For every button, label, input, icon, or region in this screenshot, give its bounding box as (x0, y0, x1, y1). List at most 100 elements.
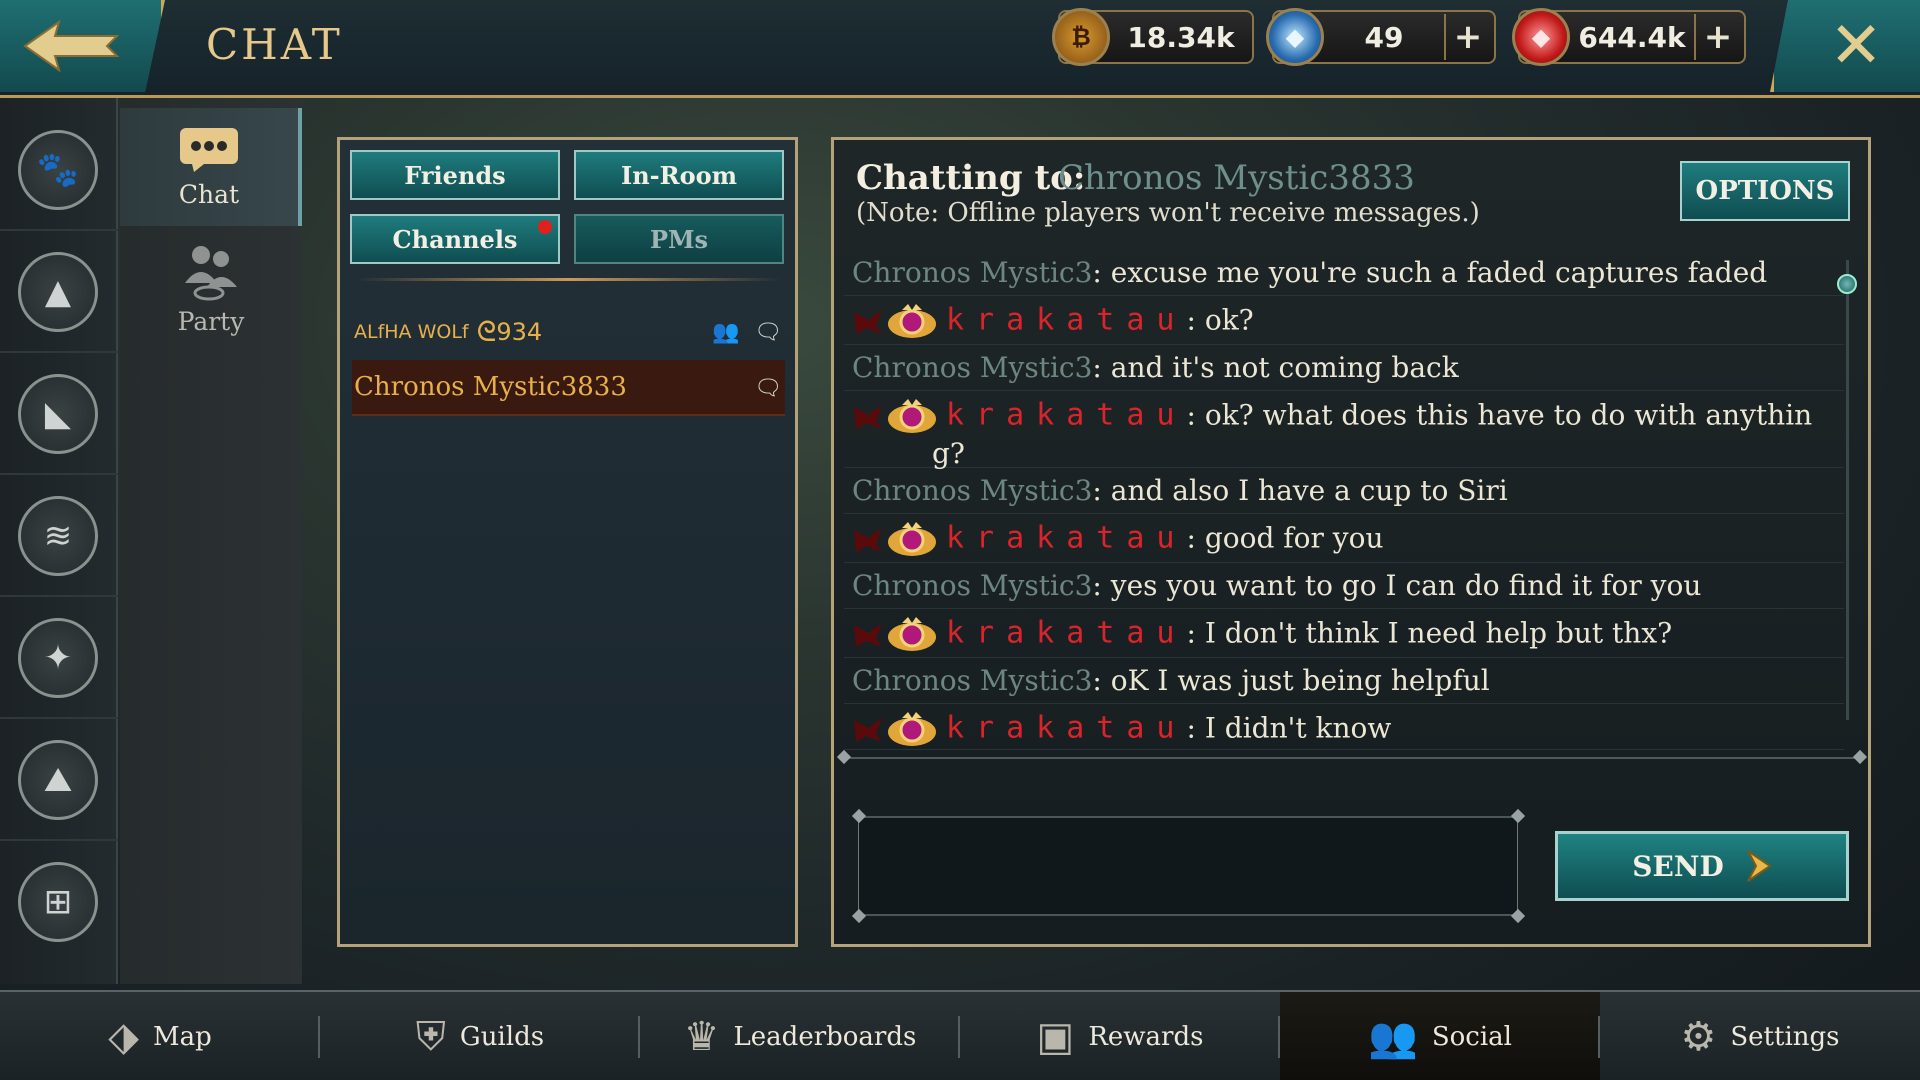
add-red-gem-button[interactable]: + (1694, 14, 1740, 60)
top-bar: CHAT ₿ 18.34k ◆ 49 + ◆ 644.4k + ✕ (0, 0, 1920, 98)
nav-rewards-label: Rewards (1088, 1022, 1204, 1052)
chat-partner-name: Chronos Mystic3833 (1058, 158, 1415, 198)
message-text: : oK I was just being helpful (1092, 664, 1490, 697)
message-text: : ok? what does this have to do with any… (1186, 398, 1813, 432)
list-item[interactable]: ALfHA WOLf ᘓ 934 👥 🗨 (352, 304, 785, 360)
crest-badge-icon (886, 397, 938, 437)
options-button[interactable]: OPTIONS (1680, 161, 1850, 221)
message-icon[interactable]: 🗨 (754, 376, 782, 401)
wolf-head-icon[interactable]: ▲ (18, 252, 98, 332)
tab-in-room[interactable]: In-Room (574, 150, 784, 200)
claw-marks-icon[interactable]: ≋ (18, 496, 98, 576)
message-sender[interactable]: Chronos Mystic3 (852, 664, 1092, 697)
list-item-selected[interactable]: Chronos Mystic3833 🗨 (352, 360, 785, 416)
subnav-chat-label: Chat (178, 179, 240, 209)
nav-rewards[interactable]: ▣ Rewards (960, 992, 1280, 1080)
offline-note: (Note: Offline players won't receive mes… (856, 198, 1480, 228)
chat-bubble-icon (180, 127, 238, 172)
close-button[interactable]: ✕ (1770, 0, 1920, 92)
back-arrow-icon (22, 19, 119, 73)
nav-map[interactable]: ⬗ Map (0, 992, 320, 1080)
red-gem-counter: ◆ 644.4k + (1512, 8, 1746, 66)
crown-icon: ♛ (683, 1014, 720, 1060)
guild-shield-icon: ⛨ (415, 1014, 446, 1060)
map-icon: ⬗ (108, 1014, 139, 1060)
message-text: : good for you (1186, 521, 1384, 555)
message-sender[interactable]: Chronos Mystic3 (852, 256, 1092, 289)
nav-settings-label: Settings (1730, 1022, 1840, 1052)
message-icon[interactable]: 🗨 (754, 320, 782, 345)
chat-message-mine: krakatau: good for you (844, 514, 1844, 563)
nav-guilds-label: Guilds (459, 1022, 545, 1052)
crest-badge-icon (886, 520, 938, 560)
bp-coin-icon: ₿ (1052, 8, 1110, 66)
party-people-icon (185, 245, 237, 300)
nav-guilds[interactable]: ⛨ Guilds (320, 992, 640, 1080)
subnav-chat[interactable]: Chat (120, 108, 302, 226)
chat-message-theirs: Chronos Mystic3: and also I have a cup t… (844, 468, 1844, 514)
message-sender[interactable]: krakatau (946, 303, 1187, 338)
tab-pms[interactable]: PMs (574, 214, 784, 264)
rail-divider (0, 229, 118, 231)
message-sender[interactable]: krakatau (946, 398, 1187, 433)
rail-divider (0, 351, 118, 353)
left-icon-rail: 🐾 ▲ ◣ ≋ ✦ ⛰ ⊞ (0, 98, 118, 984)
blue-gem-counter: ◆ 49 + (1266, 8, 1496, 66)
message-text: : ok? (1186, 303, 1254, 337)
send-arrow-icon (1746, 850, 1772, 882)
chatting-to-label: Chatting to: (856, 158, 1086, 198)
chat-panel: Chatting to: Chronos Mystic3833 (Note: O… (831, 137, 1871, 947)
chat-scrollbar[interactable] (1846, 260, 1849, 720)
rail-divider (0, 717, 118, 719)
message-sender[interactable]: krakatau (946, 616, 1187, 651)
nav-leaderboards-label: Leaderboards (733, 1022, 917, 1052)
nav-social-label: Social (1431, 1022, 1512, 1052)
red-gem-icon: ◆ (1512, 8, 1570, 66)
shop-basket-icon[interactable]: ⊞ (18, 862, 98, 942)
list-divider (356, 278, 781, 281)
message-text: : excuse me you're such a faded captures… (1092, 256, 1768, 289)
social-people-icon: 👥 (1368, 1014, 1418, 1061)
tab-channels[interactable]: Channels (350, 214, 560, 264)
send-button[interactable]: SEND (1555, 831, 1849, 901)
tab-friends[interactable]: Friends (350, 150, 560, 200)
chat-message-mine: krakatau: ok? what does this have to do … (844, 391, 1844, 470)
message-sender[interactable]: krakatau (946, 711, 1187, 746)
scroll-thumb[interactable] (1837, 274, 1857, 294)
message-sender[interactable]: krakatau (946, 521, 1187, 556)
paw-icon[interactable]: 🐾 (18, 130, 98, 210)
red-gem-value: 644.4k (1578, 20, 1686, 54)
nav-social[interactable]: 👥 Social (1280, 992, 1600, 1080)
wolf-profile-icon[interactable]: ◣ (18, 374, 98, 454)
back-button[interactable] (0, 0, 165, 92)
message-text: : yes you want to go I can do find it fo… (1092, 569, 1702, 602)
page-title: CHAT (206, 20, 343, 69)
message-input[interactable] (858, 816, 1518, 916)
chat-message-mine: krakatau: I didn't know (844, 704, 1844, 750)
message-sender[interactable]: Chronos Mystic3 (852, 474, 1092, 507)
gear-icon: ⚙ (1680, 1014, 1717, 1060)
subnav-party[interactable]: Party (120, 230, 302, 348)
rail-divider (0, 595, 118, 597)
friend-name-suffix: 934 (496, 318, 543, 346)
add-blue-gem-button[interactable]: + (1444, 14, 1490, 60)
chat-message-mine: krakatau: I don't think I need help but … (844, 609, 1844, 658)
nav-map-label: Map (152, 1022, 212, 1052)
nav-settings[interactable]: ⚙ Settings (1600, 992, 1920, 1080)
message-sender[interactable]: Chronos Mystic3 (852, 569, 1092, 602)
divider-ornament (836, 749, 852, 765)
message-sender[interactable]: Chronos Mystic3 (852, 351, 1092, 384)
blue-gem-icon: ◆ (1266, 8, 1324, 66)
wolf-pack-icon[interactable]: ✦ (18, 618, 98, 698)
message-text: : I didn't know (1186, 711, 1392, 745)
chat-message-mine: krakatau: ok? (844, 296, 1844, 345)
blue-gem-value: 49 (1364, 20, 1404, 54)
conversation-list-panel: Friends In-Room Channels PMs ALfHA WOLf … (337, 137, 798, 947)
divider-ornament (1852, 749, 1868, 765)
crest-badge-icon (886, 302, 938, 342)
party-invite-icon[interactable]: 👥 (712, 320, 740, 345)
mountain-icon[interactable]: ⛰ (18, 740, 98, 820)
red-wing-badge-icon (852, 524, 886, 556)
nav-leaderboards[interactable]: ♛ Leaderboards (640, 992, 960, 1080)
message-text: : and also I have a cup to Siri (1092, 474, 1508, 507)
